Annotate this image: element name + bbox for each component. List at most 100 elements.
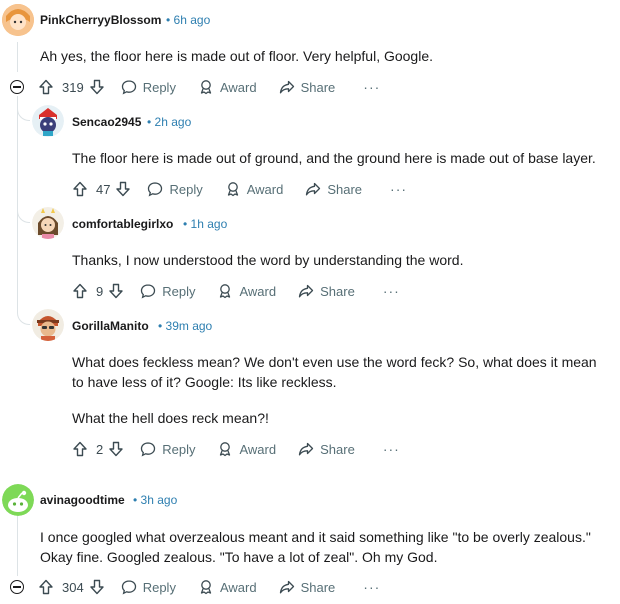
downvote-icon	[90, 79, 104, 95]
reply-icon	[121, 80, 136, 95]
comment-body: What does feckless mean? We don't even u…	[72, 354, 597, 390]
comment-body: The floor here is made out of ground, an…	[72, 150, 596, 166]
upvote-button[interactable]	[38, 579, 54, 595]
award-icon	[200, 580, 212, 595]
share-label: Share	[320, 441, 355, 457]
reply-button[interactable]: Reply	[140, 441, 195, 457]
reply-button[interactable]: Reply	[121, 79, 176, 95]
award-button[interactable]: Award	[225, 181, 284, 197]
award-button[interactable]: Award	[198, 79, 257, 95]
reply-label: Reply	[162, 441, 196, 457]
share-icon	[298, 442, 314, 456]
award-label: Award	[219, 579, 257, 595]
vote-count: 319	[62, 79, 84, 95]
thread-connector	[17, 300, 30, 325]
share-icon	[279, 580, 294, 594]
share-button[interactable]: Share	[298, 283, 355, 299]
share-icon	[298, 284, 314, 298]
comment-actions: 47 Reply Award Share ···	[72, 177, 407, 201]
award-label: Award	[246, 181, 284, 197]
reply-icon	[121, 580, 136, 595]
award-button[interactable]: Award	[217, 441, 276, 457]
avatar[interactable]	[2, 4, 34, 36]
comment-body: I once googled what overzealous meant an…	[40, 529, 591, 565]
avatar[interactable]	[2, 484, 34, 516]
award-icon	[200, 80, 212, 95]
award-icon	[220, 442, 231, 457]
downvote-button[interactable]	[89, 79, 105, 95]
upvote-button[interactable]	[72, 283, 88, 299]
award-label: Award	[239, 441, 277, 457]
upvote-icon	[73, 181, 87, 197]
upvote-icon	[39, 579, 53, 595]
more-options-icon[interactable]: ···	[390, 181, 407, 197]
share-label: Share	[300, 579, 336, 595]
comment-username[interactable]: GorillaManito	[72, 319, 149, 333]
downvote-button[interactable]	[108, 441, 124, 457]
upvote-button[interactable]	[38, 79, 54, 95]
share-button[interactable]: Share	[305, 181, 362, 197]
downvote-button[interactable]	[115, 181, 131, 197]
collapse-thread-button[interactable]	[10, 80, 24, 94]
upvote-button[interactable]	[72, 181, 88, 197]
comment-username[interactable]: avinagoodtime	[40, 493, 125, 507]
reply-icon	[141, 442, 156, 457]
share-icon	[279, 80, 294, 94]
comment-username[interactable]: PinkCherryyBlossom	[40, 13, 161, 27]
comment-timestamp[interactable]: • 39m ago	[158, 319, 212, 333]
share-label: Share	[327, 181, 363, 197]
comment-username[interactable]: Sencao2945	[72, 115, 141, 129]
share-button[interactable]: Share	[279, 579, 336, 595]
share-button[interactable]: Share	[279, 79, 336, 95]
upvote-icon	[39, 79, 53, 95]
comment-actions: 2 Reply Award Share ···	[72, 437, 400, 461]
reply-label: Reply	[169, 181, 203, 197]
collapse-thread-button[interactable]	[10, 580, 24, 594]
reply-button[interactable]: Reply	[140, 283, 195, 299]
avatar[interactable]	[32, 309, 64, 341]
upvote-button[interactable]	[72, 441, 88, 457]
reply-button[interactable]: Reply	[121, 579, 176, 595]
reply-button[interactable]: Reply	[147, 181, 203, 197]
share-label: Share	[300, 79, 336, 95]
thread-line	[17, 42, 18, 72]
award-label: Award	[239, 283, 277, 299]
downvote-icon	[109, 283, 123, 299]
share-icon	[306, 182, 321, 196]
more-options-icon[interactable]: ···	[383, 441, 400, 457]
vote-count: 9	[96, 283, 104, 299]
more-options-icon[interactable]: ···	[363, 79, 380, 95]
vote-count: 47	[96, 181, 111, 197]
share-label: Share	[320, 283, 355, 299]
comment-timestamp[interactable]: • 1h ago	[183, 217, 227, 231]
comment-timestamp[interactable]: • 2h ago	[147, 115, 191, 129]
reply-label: Reply	[162, 283, 196, 299]
avatar[interactable]	[32, 207, 64, 239]
share-button[interactable]: Share	[298, 441, 355, 457]
comment-actions: 304 Reply Award Share ···	[38, 575, 380, 599]
downvote-icon	[116, 181, 131, 197]
reply-icon	[141, 284, 156, 299]
comment-body: What the hell does reck mean?!	[72, 410, 269, 426]
award-icon	[220, 284, 231, 299]
more-options-icon[interactable]: ···	[363, 579, 380, 595]
thread-connector	[17, 96, 30, 121]
comment-actions: 9 Reply Award Share ···	[72, 279, 400, 303]
avatar[interactable]	[32, 105, 64, 137]
more-options-icon[interactable]: ···	[383, 283, 400, 299]
avatar-icon	[32, 207, 64, 239]
downvote-button[interactable]	[89, 579, 105, 595]
avatar-icon	[2, 4, 34, 36]
award-button[interactable]: Award	[198, 579, 257, 595]
comment-actions: 319 Reply Award Share ···	[38, 75, 380, 99]
downvote-button[interactable]	[108, 283, 124, 299]
comment-username[interactable]: comfortablegirlxo	[72, 217, 173, 231]
thread-connector	[17, 198, 30, 223]
comment-timestamp[interactable]: • 6h ago	[166, 13, 210, 27]
award-label: Award	[219, 79, 257, 95]
award-icon	[227, 182, 238, 197]
award-button[interactable]: Award	[217, 283, 276, 299]
comment-timestamp[interactable]: • 3h ago	[133, 493, 177, 507]
upvote-icon	[73, 441, 87, 457]
reply-label: Reply	[142, 579, 176, 595]
